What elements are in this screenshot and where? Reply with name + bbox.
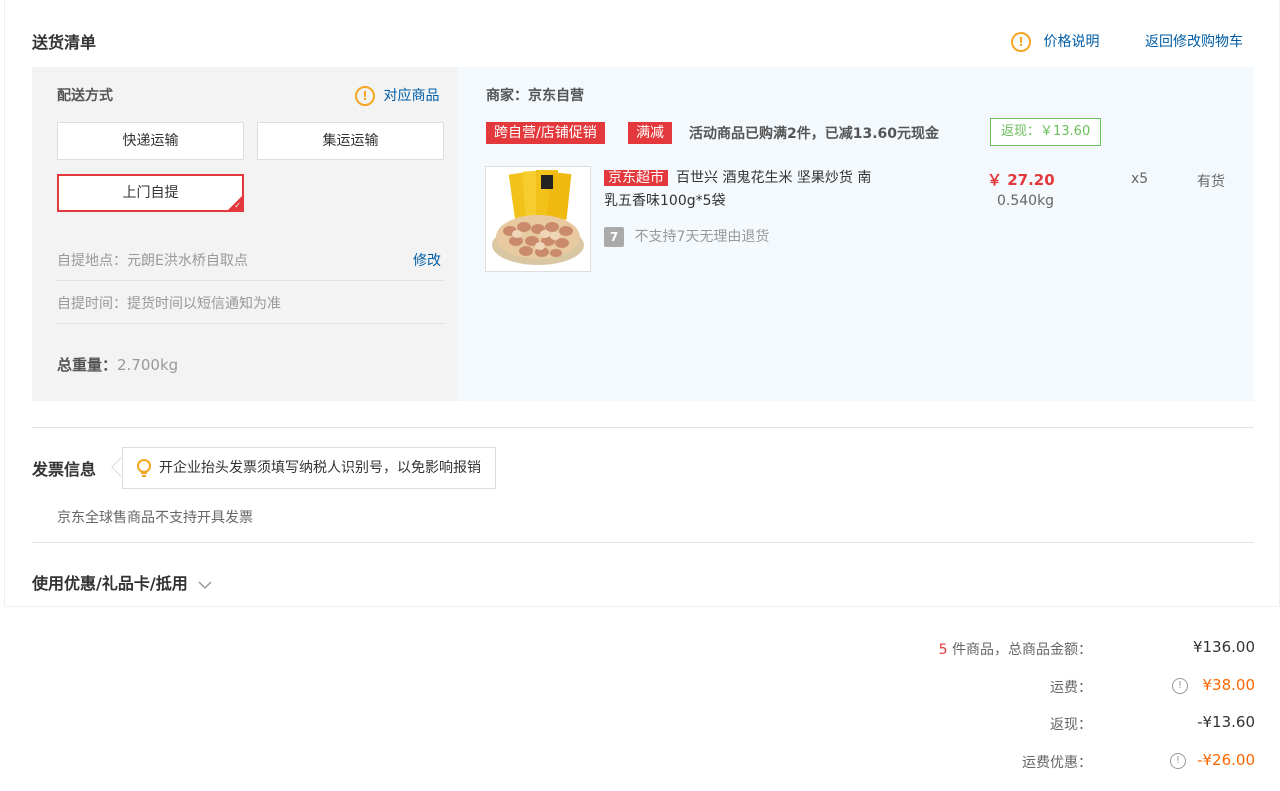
- item-count: 5: [938, 642, 948, 658]
- no-return-icon: 7: [604, 227, 624, 247]
- promo-tag: 跨自营/店铺促销: [486, 122, 605, 144]
- jd-supermarket-badge: 京东超市: [604, 170, 668, 186]
- related-goods[interactable]: ! 对应商品: [355, 85, 439, 107]
- consolidated-shipping-button[interactable]: 集运运输: [257, 122, 444, 160]
- divider: [57, 280, 444, 281]
- merchant: 商家：京东自营: [486, 85, 584, 105]
- price-note[interactable]: ! 价格说明: [1011, 31, 1099, 53]
- rebate-label: 返现：: [1050, 717, 1092, 733]
- rebate-badge: 返现：￥13.60: [990, 118, 1102, 146]
- total-weight-label: 总重量：: [57, 356, 118, 374]
- total-weight-value: 2.700kg: [117, 356, 179, 374]
- warning-icon: !: [355, 86, 375, 106]
- express-shipping-button[interactable]: 快递运输: [57, 122, 244, 160]
- product-weight: 0.540kg: [997, 193, 1055, 209]
- divider: [32, 542, 1254, 543]
- total-weight: 总重量：2.700kg: [57, 354, 178, 375]
- product-image[interactable]: [485, 166, 591, 272]
- merchant-label: 商家：: [486, 88, 528, 104]
- total-amount: ¥136.00: [1192, 638, 1255, 656]
- back-to-cart-link[interactable]: 返回修改购物车: [1145, 31, 1243, 51]
- item-count-label: 件商品，总商品金额：: [947, 642, 1092, 658]
- stock-status: 有货: [1197, 174, 1225, 190]
- no-return-notice: 7 不支持7天无理由退货: [604, 227, 769, 247]
- info-icon[interactable]: !: [1170, 753, 1186, 769]
- merchant-name: 京东自营: [528, 88, 584, 104]
- chevron-down-icon: [198, 580, 212, 589]
- coupon-title: 使用优惠/礼品卡/抵用: [32, 574, 188, 593]
- pickup-location: 自提地点：元朗E洪水桥自取点: [57, 250, 248, 270]
- shipping-method-panel: [32, 67, 458, 401]
- related-goods-link[interactable]: 对应商品: [383, 88, 439, 104]
- delivery-list-title: 送货清单: [32, 33, 97, 52]
- divider: [32, 427, 1254, 428]
- modify-pickup-link[interactable]: 修改: [413, 250, 441, 270]
- peanut-image: [486, 167, 590, 271]
- divider: [57, 323, 444, 324]
- shipping-discount-label: 运费优惠：: [1022, 755, 1092, 771]
- product-name-line1: 百世兴 酒鬼花生米 坚果炒货 南: [676, 170, 872, 186]
- pickup-time: 自提时间：提货时间以短信通知为准: [57, 293, 281, 313]
- invoice-tip-text: 开企业抬头发票须填写纳税人识别号，以免影响报销: [159, 460, 481, 476]
- product-name-line2: 乳五香味100g*5袋: [604, 193, 726, 209]
- info-icon[interactable]: !: [1172, 678, 1188, 694]
- promo-text: 活动商品已购满2件，已减13.60元现金: [689, 126, 940, 142]
- discount-tag: 满减: [628, 122, 672, 144]
- product-quantity: x5: [1131, 171, 1149, 187]
- price-note-link[interactable]: 价格说明: [1043, 34, 1099, 50]
- invoice-note: 京东全球售商品不支持开具发票: [57, 510, 253, 526]
- warning-icon: !: [1011, 32, 1031, 52]
- product-title[interactable]: 京东超市 百世兴 酒鬼花生米 坚果炒货 南 乳五香味100g*5袋: [604, 167, 924, 213]
- shipping-fee: ¥38.00: [1202, 676, 1256, 694]
- shipping-discount: -¥26.00: [1197, 751, 1255, 769]
- pickup-location-label: 自提地点：: [57, 253, 127, 269]
- self-pickup-button[interactable]: 上门自提 ✓: [57, 174, 244, 212]
- coupon-toggle[interactable]: 使用优惠/礼品卡/抵用: [32, 570, 213, 594]
- no-return-text: 不支持7天无理由退货: [634, 229, 770, 245]
- pickup-location-value: 元朗E洪水桥自取点: [127, 253, 248, 269]
- product-price: ￥ 27.20: [987, 171, 1055, 189]
- invoice-tip: 开企业抬头发票须填写纳税人识别号，以免影响报销: [122, 447, 496, 489]
- invoice-title: 发票信息: [32, 460, 97, 479]
- lightbulb-icon: [137, 459, 151, 477]
- rebate-amount: -¥13.60: [1197, 713, 1255, 731]
- self-pickup-label: 上门自提: [122, 185, 179, 201]
- shipping-method-label: 配送方式: [57, 88, 113, 104]
- check-icon: ✓: [234, 201, 241, 210]
- shipping-fee-label: 运费：: [1050, 680, 1092, 696]
- total-amount-label: 5 件商品，总商品金额：: [939, 639, 1092, 659]
- pickup-time-label: 自提时间：: [57, 296, 127, 312]
- pickup-time-value: 提货时间以短信通知为准: [127, 296, 281, 312]
